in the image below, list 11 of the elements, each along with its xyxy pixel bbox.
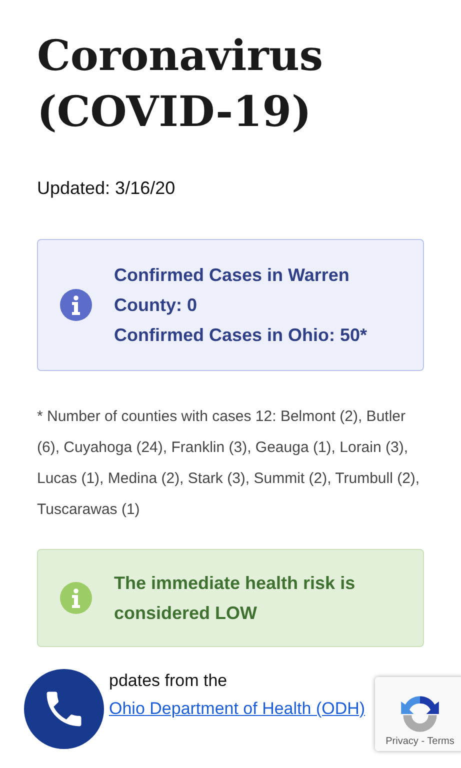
info-icon <box>60 582 92 614</box>
odh-link[interactable]: Ohio Department of Health (ODH) <box>109 699 366 718</box>
updates-text: pdates from the Ohio Department of Health (ODH) <box>109 670 364 720</box>
alert-text: Confirmed Cases in Warren County: 0 <box>114 264 350 317</box>
info-icon <box>60 289 92 321</box>
alert-text: The immediate health risk is considered LOW <box>114 572 356 625</box>
updated-date: Updated: 3/16/20 <box>37 178 176 199</box>
page-title: Coronavirus (COVID-19) <box>37 30 324 138</box>
privacy-terms-links[interactable]: Privacy - Terms <box>386 736 454 747</box>
note-text: * Number of counties with cases 12: Belmont (2), Butler (6), Cuyahoga (24), Franklin (3), Geauga (1), Lorain (3), Lucas (1), Medina (2), Stark (3), Summit (2), Trumbull (2), Tuscarawas (1) <box>37 407 421 520</box>
alert-text: Confirmed Cases in Ohio: 50* <box>114 324 368 347</box>
